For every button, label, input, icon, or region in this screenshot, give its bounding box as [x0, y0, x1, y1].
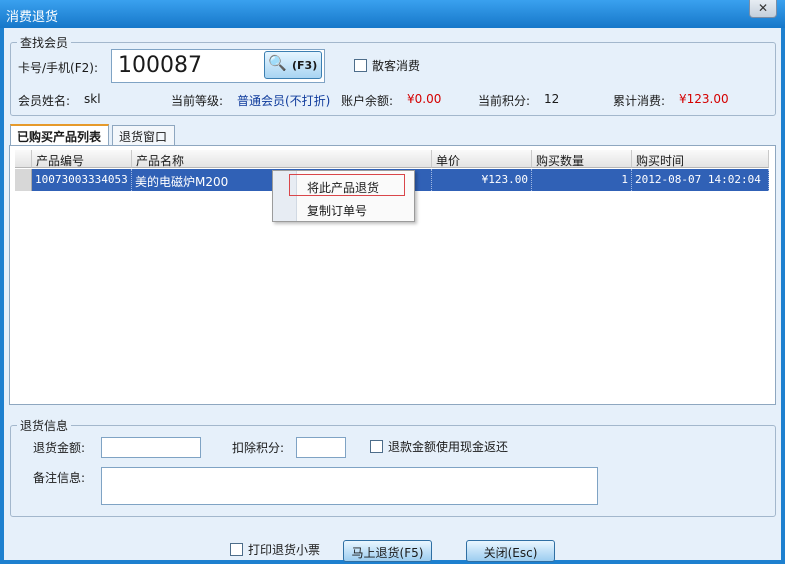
cell-quantity: 1	[532, 169, 632, 191]
print-receipt-checkbox[interactable]	[230, 543, 243, 556]
return-info-legend: 退货信息	[20, 419, 69, 433]
search-icon: 🔍	[268, 54, 287, 72]
points-value: 12	[544, 92, 560, 106]
card-label: 卡号/手机(F2):	[18, 61, 98, 75]
remark-input[interactable]	[101, 467, 598, 505]
deduct-points-label: 扣除积分:	[232, 441, 285, 455]
title-bar: 消费退货 ✕	[0, 0, 785, 28]
tab-return-window[interactable]: 退货窗口	[112, 125, 175, 145]
total-spend-value: ¥123.00	[679, 92, 729, 106]
column-header[interactable]: 单价	[432, 150, 532, 168]
column-header[interactable]: 购买数量	[532, 150, 632, 168]
remark-label: 备注信息:	[33, 471, 86, 485]
close-icon[interactable]: ✕	[749, 0, 777, 18]
cash-refund-label: 退款金额使用现金返还	[388, 440, 509, 454]
return-now-button[interactable]: 马上退货(F5)	[343, 540, 432, 562]
menu-item-copy-order[interactable]: 复制订单号	[307, 202, 367, 219]
refund-amount-label: 退货金额:	[33, 441, 86, 455]
table-corner	[15, 150, 32, 168]
print-receipt-label: 打印退货小票	[248, 543, 321, 557]
total-spend-label: 累计消费:	[613, 94, 666, 108]
refund-amount-input[interactable]	[101, 437, 201, 458]
member-name-label: 会员姓名:	[18, 94, 71, 108]
dialog-body: 查找会员 卡号/手机(F2): 100087 🔍 (F3) 散客消费 会员姓名:…	[4, 28, 781, 562]
column-header[interactable]: 产品编号	[32, 150, 132, 168]
member-level-value: 普通会员(不打折)	[237, 94, 331, 108]
column-header[interactable]: 购买时间	[632, 150, 769, 168]
tab-purchased-products[interactable]: 已购买产品列表	[10, 124, 109, 146]
close-button[interactable]: 关闭(Esc)	[466, 540, 555, 562]
cell-product-code: 10073003334053	[32, 169, 132, 191]
column-header[interactable]: 产品名称	[132, 150, 432, 168]
member-search-legend: 查找会员	[20, 36, 69, 50]
menu-item-return-product[interactable]: 将此产品退货	[307, 179, 379, 196]
deduct-points-input[interactable]	[296, 437, 346, 458]
walkin-checkbox[interactable]	[354, 59, 367, 72]
cash-refund-checkbox[interactable]	[370, 440, 383, 453]
member-name-value: skl	[84, 92, 101, 106]
row-selector[interactable]	[15, 169, 32, 191]
walkin-label: 散客消费	[372, 59, 421, 73]
window-title: 消费退货	[6, 10, 59, 25]
search-member-label: (F3)	[292, 59, 318, 72]
context-menu: 将此产品退货 复制订单号	[272, 170, 415, 222]
search-member-button[interactable]: 🔍 (F3)	[264, 51, 322, 79]
points-label: 当前积分:	[478, 94, 531, 108]
balance-label: 账户余额:	[341, 94, 394, 108]
cell-unit-price: ¥123.00	[432, 169, 532, 191]
member-level-label: 当前等级:	[171, 94, 224, 108]
balance-value: ¥0.00	[407, 92, 442, 106]
cell-purchase-time: 2012-08-07 14:02:04	[632, 169, 769, 191]
